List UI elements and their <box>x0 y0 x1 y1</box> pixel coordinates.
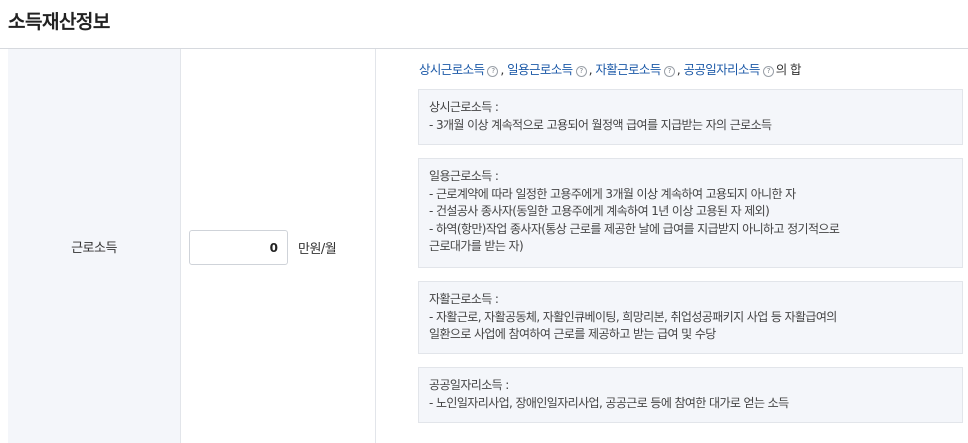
definition-box-self-support: 자활근로소득 : - 자활근로, 자활공동체, 자활인큐베이팅, 희망리본, 취… <box>418 281 963 354</box>
separator: , <box>676 62 681 77</box>
income-summary: 상시근로소득?, 일용근로소득?, 자활근로소득?, 공공일자리소득? 의 합 <box>419 59 802 78</box>
definition-item: - 자활근로, 자활공동체, 자활인큐베이팅, 희망리본, 취업성공패키지 사업… <box>429 309 837 324</box>
link-self-support-income[interactable]: 자활근로소득 <box>595 62 661 77</box>
definition-item: 근로대가를 받는 자) <box>429 239 524 253</box>
definition-term: 일용근로소득 : <box>429 169 499 183</box>
definition-item: - 노인일자리사업, 장애인일자리사업, 공공근로 등에 참여한 대가로 얻는 … <box>429 395 789 410</box>
definition-term: 공공일자리소득 : <box>429 378 509 392</box>
definition-term: 자활근로소득 : <box>429 292 499 306</box>
definition-box-public-job: 공공일자리소득 : - 노인일자리사업, 장애인일자리사업, 공공근로 등에 참… <box>418 367 963 423</box>
info-icon[interactable]: ? <box>762 66 774 77</box>
link-daily-income[interactable]: 일용근로소득 <box>507 62 573 77</box>
definition-item: - 건설공사 종사자(동일한 고용주에게 계속하여 1년 이상 고용된 자 제외… <box>429 204 770 218</box>
earned-income-input[interactable] <box>189 230 288 265</box>
row-description-cell: 상시근로소득?, 일용근로소득?, 자활근로소득?, 공공일자리소득? 의 합 상… <box>377 49 968 443</box>
definition-term: 상시근로소득 : <box>429 100 499 114</box>
info-icon[interactable]: ? <box>663 66 675 77</box>
summary-suffix: 의 합 <box>775 62 802 77</box>
row-label: 근로소득 <box>71 240 117 256</box>
separator: , <box>588 62 593 77</box>
row-input-cell: 만원/월 <box>181 49 376 443</box>
definition-item: - 3개월 이상 계속적으로 고용되어 월정액 급여를 지급받는 자의 근로소득 <box>429 117 772 132</box>
section-title: 소득재산정보 <box>8 11 110 33</box>
income-row: 근로소득 만원/월 상시근로소득?, 일용근로소득?, 자활근로소득?, 공공일… <box>8 49 968 443</box>
row-label-cell: 근로소득 <box>8 49 181 443</box>
info-icon[interactable]: ? <box>575 66 587 77</box>
link-public-job-income[interactable]: 공공일자리소득 <box>683 62 760 77</box>
definition-item: - 근로계약에 따라 일정한 고용주에게 3개월 이상 계속하여 고용되지 아니… <box>429 186 796 201</box>
definition-item: - 하역(항만)작업 종사자(통상 근로를 제공한 날에 급여를 지급받지 아니… <box>429 221 840 236</box>
unit-label: 만원/월 <box>298 242 337 257</box>
separator: , <box>500 62 504 77</box>
definition-box-regular: 상시근로소득 : - 3개월 이상 계속적으로 고용되어 월정액 급여를 지급받… <box>418 89 963 145</box>
definition-item: 일환으로 사업에 참여하여 근로를 제공하고 받는 급여 및 수당 <box>429 327 716 341</box>
definition-box-daily: 일용근로소득 : - 근로계약에 따라 일정한 고용주에게 3개월 이상 계속하… <box>418 158 963 268</box>
info-icon[interactable]: ? <box>487 66 499 77</box>
link-regular-income[interactable]: 상시근로소득 <box>419 62 485 77</box>
